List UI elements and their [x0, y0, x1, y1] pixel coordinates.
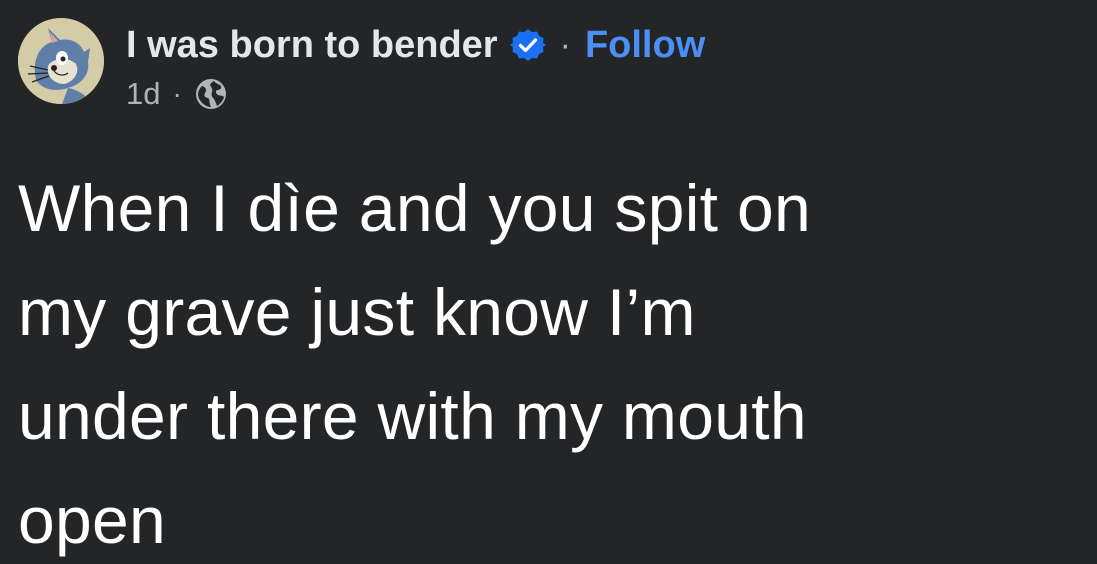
post-body-line: When I dìe and you spit on: [18, 171, 811, 245]
post-body-line: under there with my mouth: [18, 379, 807, 453]
author-avatar[interactable]: [18, 18, 104, 104]
name-row: I was born to bender · Follow: [126, 22, 705, 68]
globe-icon[interactable]: [194, 77, 228, 111]
author-name[interactable]: I was born to bender: [126, 24, 498, 67]
post-subline: 1d ·: [126, 74, 705, 114]
post-body: When I dìe and you spit on my grave just…: [18, 156, 1078, 564]
separator-dot-small: ·: [172, 78, 182, 109]
post-timestamp[interactable]: 1d: [126, 76, 160, 112]
follow-button[interactable]: Follow: [585, 24, 705, 67]
post-header: I was born to bender · Follow 1d ·: [18, 18, 705, 111]
cartoon-cat-avatar-icon: [18, 18, 104, 104]
post-meta: I was born to bender · Follow 1d ·: [126, 22, 705, 114]
post-card: I was born to bender · Follow 1d · When …: [0, 0, 1097, 564]
post-body-line: my grave just know I’m: [18, 275, 696, 349]
verified-badge-icon: [509, 27, 546, 63]
separator-dot: ·: [559, 26, 571, 64]
post-body-line: open: [18, 483, 167, 557]
